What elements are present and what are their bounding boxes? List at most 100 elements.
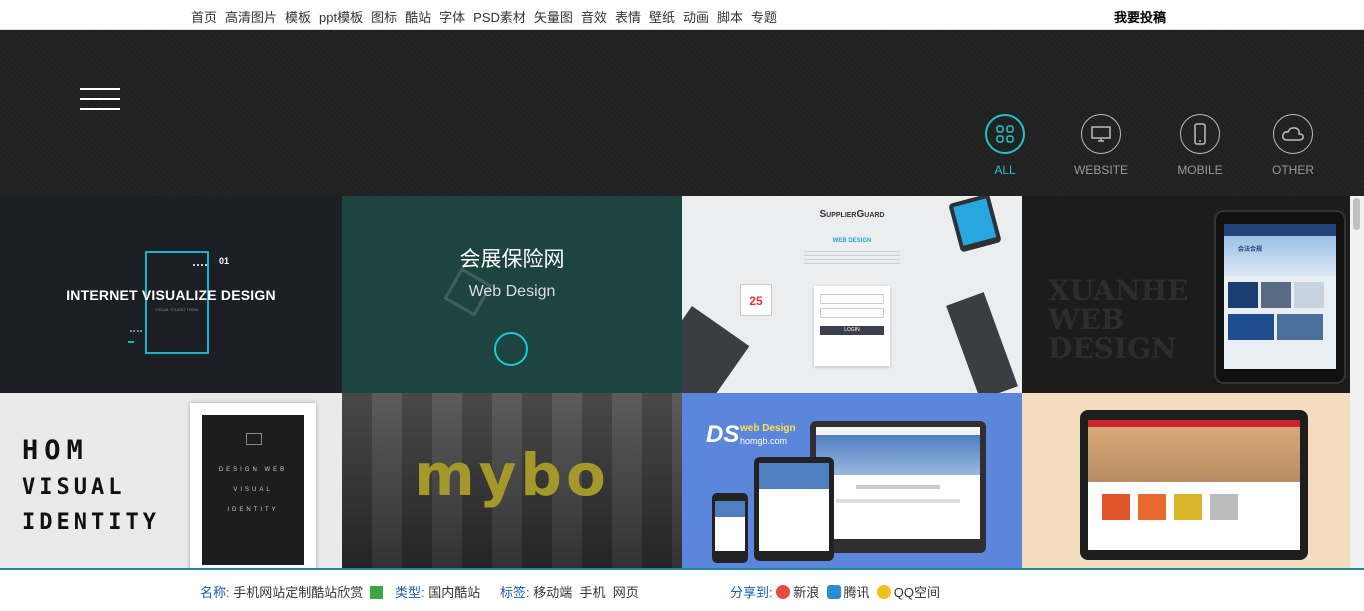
portfolio-tile-internet-visualize[interactable]: 01 INTERNET VISUALIZE DESIGN VISUAL STUD… xyxy=(0,196,342,393)
filter-website[interactable]: WEBSITE xyxy=(1061,114,1141,177)
portfolio-tile-mybo[interactable]: mybo xyxy=(342,393,682,568)
tablet-screen: 会法合规 xyxy=(1224,224,1336,369)
wave-decoration xyxy=(130,330,142,335)
tablet-mockup xyxy=(754,457,834,561)
scrollbar[interactable] xyxy=(1350,196,1364,568)
nav-templates[interactable]: 模板 xyxy=(285,7,311,26)
poster-mockup: DESIGN WEB VISUAL IDENTITY xyxy=(190,403,316,568)
share-tencent[interactable]: 腾讯 xyxy=(844,585,870,600)
menu-icon[interactable] xyxy=(80,88,120,112)
nav-wallpaper[interactable]: 壁纸 xyxy=(649,7,675,26)
ds-logo: DS xyxy=(706,421,740,448)
scrollbar-thumb[interactable] xyxy=(1353,198,1360,230)
screen-title: 会法合规 xyxy=(1224,236,1336,276)
tile-letters: XUANHE WEB DESIGN xyxy=(1048,274,1189,365)
tile-number: 01 xyxy=(219,256,230,266)
filter-other[interactable]: OTHER xyxy=(1253,114,1333,177)
filter-label: WEBSITE xyxy=(1073,163,1128,177)
tag-item[interactable]: 网页 xyxy=(613,585,639,600)
tile-line-3: IDENTITY xyxy=(22,510,160,535)
share-weibo[interactable]: 新浪 xyxy=(793,585,819,600)
name-info: 名称: 手机网站定制酷站欣赏 xyxy=(200,582,383,601)
name-value[interactable]: 手机网站定制酷站欣赏 xyxy=(233,585,363,600)
nav-emoji[interactable]: 表情 xyxy=(615,7,641,26)
portfolio-tile-hom-visual[interactable]: HOM VISUAL IDENTITY DESIGN WEB VISUAL ID… xyxy=(0,393,342,568)
tag-item[interactable]: 手机 xyxy=(580,585,606,600)
tablet-mockup: 会法合规 xyxy=(1214,210,1346,384)
tag-item[interactable]: 移动端 xyxy=(533,585,572,600)
portfolio-tile-ds-webdesign[interactable]: DS web Design homgb.com xyxy=(682,393,1022,568)
poster-text: DESIGN WEB VISUAL IDENTITY xyxy=(218,467,288,513)
share-info: 分享到: 新浪 腾讯 QQ空间 xyxy=(730,582,940,601)
tile-title: INTERNET VISUALIZE DESIGN xyxy=(66,287,276,303)
monitor-mockup xyxy=(810,421,986,553)
tile-subtitle: VISUAL STUDIO THOM xyxy=(155,307,199,312)
info-footer: 名称: 手机网站定制酷站欣赏 类型: 国内酷站 标签: 移动端 手机 网页 分享… xyxy=(0,568,1364,611)
nav-home[interactable]: 首页 xyxy=(191,7,217,26)
portfolio-header: ALL WEBSITE MOBILE OTHER xyxy=(0,30,1364,196)
type-label: 类型: xyxy=(395,585,425,600)
top-nav: 首页 高清图片 模板 ppt模板 图标 酷站 字体 PSD素材 矢量图 音效 表… xyxy=(191,7,777,26)
nav-sound[interactable]: 音效 xyxy=(581,7,607,26)
poster-inner: DESIGN WEB VISUAL IDENTITY xyxy=(202,415,304,565)
filter-label: OTHER xyxy=(1272,163,1314,177)
nav-psd[interactable]: PSD素材 xyxy=(473,7,526,26)
portfolio-tile-supplierguard[interactable]: SupplierGuard WEB DESIGN LOGIN 25 xyxy=(682,196,1022,393)
poster-logo xyxy=(246,433,262,445)
tile-line-1: HOM xyxy=(22,435,89,466)
nav-hd-images[interactable]: 高清图片 xyxy=(225,7,277,26)
filter-mobile[interactable]: MOBILE xyxy=(1160,114,1240,177)
name-label: 名称: xyxy=(200,585,230,600)
laptop-mockup xyxy=(1080,410,1308,560)
view-circle-icon[interactable] xyxy=(494,332,528,366)
login-card: LOGIN xyxy=(814,286,890,366)
tencent-icon[interactable] xyxy=(826,585,841,599)
tile-subtitle: web Design xyxy=(740,423,796,434)
nav-cool-sites[interactable]: 酷站 xyxy=(405,7,431,26)
arm-illustration xyxy=(682,306,750,393)
nav-vector[interactable]: 矢量图 xyxy=(534,7,573,26)
login-button: LOGIN xyxy=(820,326,884,335)
category-filters: ALL WEBSITE MOBILE OTHER xyxy=(980,114,1340,184)
watermark-logo xyxy=(443,267,493,317)
share-qzone[interactable]: QQ空间 xyxy=(894,585,940,600)
tag-label: 标签: xyxy=(500,585,530,600)
tile-title: 会展保险网 xyxy=(459,248,565,271)
cloud-icon xyxy=(1273,114,1313,154)
submit-link[interactable]: 我要投稿 xyxy=(1114,7,1166,26)
filter-label: MOBILE xyxy=(1177,163,1223,177)
portfolio-tile-xuanhe[interactable]: XUANHE WEB DESIGN 会法合规 xyxy=(1022,196,1350,393)
tile-site: homgb.com xyxy=(740,436,788,446)
filter-all[interactable]: ALL xyxy=(965,114,1045,177)
weibo-icon[interactable] xyxy=(776,585,791,599)
tile-line-2: VISUAL xyxy=(22,475,126,500)
screen-thumbs xyxy=(1228,282,1332,308)
portfolio-tile-insurance[interactable]: 会展保险网 Web Design xyxy=(342,196,682,393)
text-lines xyxy=(804,251,900,265)
download-icon[interactable] xyxy=(369,586,383,599)
nav-animation[interactable]: 动画 xyxy=(683,7,709,26)
type-value[interactable]: 国内酷站 xyxy=(428,585,480,600)
wave-decoration xyxy=(193,264,207,272)
nav-fonts[interactable]: 字体 xyxy=(439,7,465,26)
grid-icon xyxy=(985,114,1025,154)
nav-icons[interactable]: 图标 xyxy=(371,7,397,26)
tablet-illustration xyxy=(948,196,1002,253)
mybo-logo: mybo xyxy=(414,441,610,509)
phone-mockup xyxy=(712,493,748,563)
type-info: 类型: 国内酷站 xyxy=(395,582,480,601)
screen-header xyxy=(1224,224,1336,236)
nav-scripts[interactable]: 脚本 xyxy=(717,7,743,26)
top-bar: 首页 高清图片 模板 ppt模板 图标 酷站 字体 PSD素材 矢量图 音效 表… xyxy=(0,0,1364,30)
filter-label: ALL xyxy=(994,163,1016,177)
nav-ppt-templates[interactable]: ppt模板 xyxy=(319,7,363,26)
screen-thumbs xyxy=(1228,314,1332,340)
arm-illustration xyxy=(946,292,1018,393)
qzone-icon[interactable] xyxy=(876,585,891,599)
share-label: 分享到: xyxy=(730,585,773,600)
username-field xyxy=(820,294,884,304)
portfolio-tile-laptop[interactable] xyxy=(1022,393,1350,568)
nav-topics[interactable]: 专题 xyxy=(751,7,777,26)
phone-icon xyxy=(1180,114,1220,154)
monitor-icon xyxy=(1081,114,1121,154)
